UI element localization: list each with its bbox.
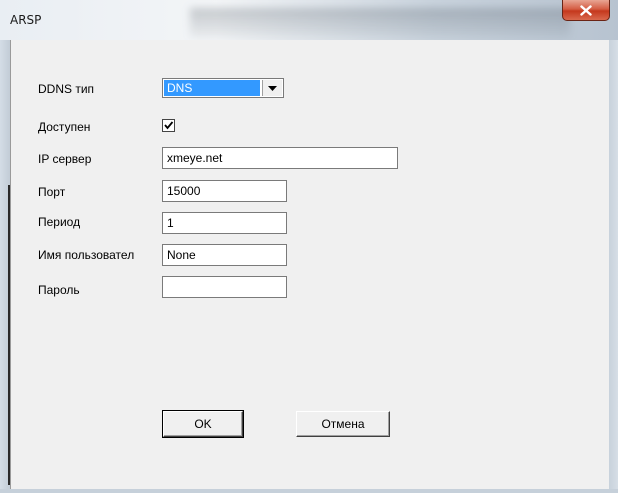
port-input[interactable]: 15000 (162, 180, 287, 202)
period-input[interactable]: 1 (162, 212, 287, 234)
dropdown-button[interactable] (262, 80, 282, 96)
window-frame-right (608, 40, 618, 493)
port-label: Порт (38, 185, 66, 199)
title-bar-shade (190, 8, 570, 38)
enabled-checkbox[interactable] (162, 119, 175, 132)
ddns-type-selected-value: DNS (164, 80, 260, 96)
ip-server-input[interactable]: xmeye.net (162, 147, 398, 169)
username-input[interactable]: None (162, 244, 287, 266)
window-title: ARSP (10, 13, 42, 27)
ddns-type-label: DDNS тип (38, 82, 95, 96)
ok-button[interactable]: OK (163, 411, 243, 437)
username-label: Имя пользовател (38, 248, 135, 262)
close-icon (580, 4, 592, 16)
check-icon (164, 121, 174, 130)
password-label: Пароль (38, 283, 80, 297)
period-label: Период (38, 215, 81, 229)
enabled-label: Доступен (38, 120, 91, 134)
password-input[interactable] (162, 276, 287, 298)
cancel-button[interactable]: Отмена (296, 411, 390, 437)
window-frame-bottom (0, 489, 618, 493)
dialog-window: ARSP DDNS тип DNS Доступен IP сервер xme… (0, 0, 618, 493)
ddns-type-select[interactable]: DNS (162, 78, 284, 98)
title-bar[interactable]: ARSP (0, 0, 618, 40)
close-button[interactable] (562, 0, 610, 21)
chevron-down-icon (268, 85, 277, 91)
ip-server-label: IP сервер (38, 152, 92, 166)
